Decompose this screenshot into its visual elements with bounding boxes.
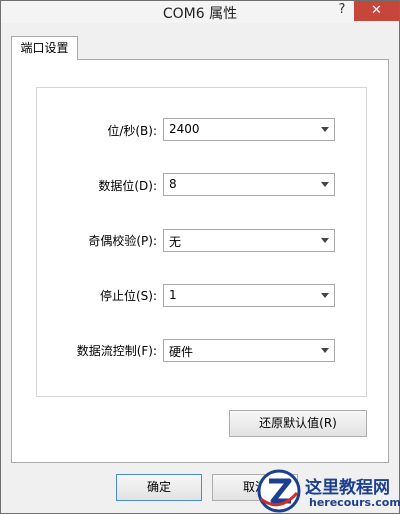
chevron-down-icon: [321, 182, 329, 187]
chevron-down-icon: [321, 293, 329, 298]
bits-per-second-select[interactable]: 2400: [163, 118, 335, 141]
flow-control-label: 数据流控制(F):: [76, 344, 157, 358]
restore-defaults-button[interactable]: 还原默认值(R): [229, 410, 367, 437]
properties-dialog: COM6 属性 ? ✕ 端口设置 位/秒(B): 2400 数据位(D): 8 …: [0, 0, 400, 514]
parity-value: 无: [169, 235, 182, 249]
watermark-logo-icon: [257, 469, 301, 513]
chevron-down-icon: [321, 348, 329, 353]
flow-control-select[interactable]: 硬件: [163, 339, 335, 362]
parity-label: 奇偶校验(P):: [88, 234, 157, 248]
bits-per-second-value: 2400: [169, 122, 200, 136]
stop-bits-value: 1: [169, 288, 177, 302]
title-bar: COM6 属性 ? ✕: [1, 1, 399, 23]
chevron-down-icon: [321, 238, 329, 243]
parity-select[interactable]: 无: [163, 229, 335, 252]
stop-bits-label: 停止位(S):: [99, 289, 157, 303]
help-button[interactable]: ?: [332, 1, 352, 21]
data-bits-select[interactable]: 8: [163, 173, 335, 196]
data-bits-label: 数据位(D):: [98, 179, 157, 193]
tab-port-settings[interactable]: 端口设置: [11, 36, 78, 60]
chevron-down-icon: [321, 127, 329, 132]
site-watermark: 这里教程网 herecours.com: [253, 467, 400, 514]
ok-button[interactable]: 确定: [116, 474, 202, 501]
watermark-text: 这里教程网: [305, 478, 390, 498]
flow-control-value: 硬件: [169, 345, 194, 359]
close-button[interactable]: ✕: [354, 1, 399, 21]
bits-per-second-label: 位/秒(B):: [107, 124, 157, 138]
data-bits-value: 8: [169, 177, 177, 191]
watermark-url: herecours.com: [309, 496, 400, 509]
stop-bits-select[interactable]: 1: [163, 284, 335, 307]
